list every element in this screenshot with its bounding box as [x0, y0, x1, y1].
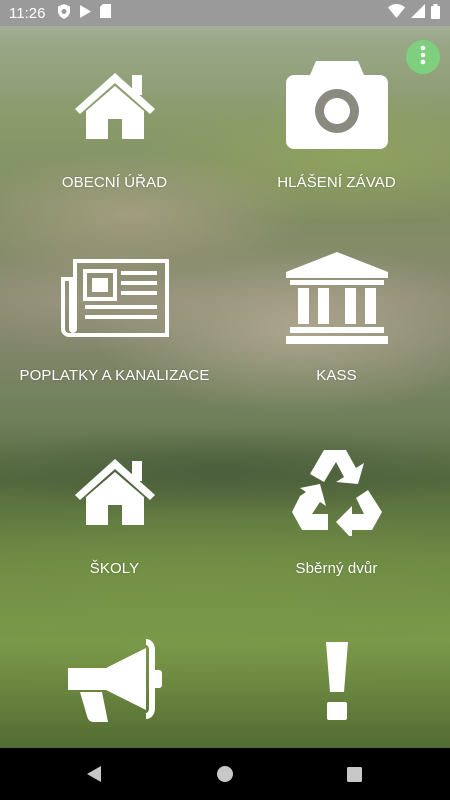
wifi-icon: [388, 4, 405, 22]
bank-icon: [285, 243, 388, 353]
tile-label: POPLATKY A KANALIZACE: [19, 367, 210, 384]
tile-label: OBECNÍ ÚŘAD: [61, 174, 168, 191]
tile-skoly[interactable]: ŠKOLY: [2, 436, 227, 577]
back-button[interactable]: [86, 766, 102, 787]
recycle-icon: [290, 436, 384, 546]
status-time: 11:26: [9, 4, 46, 22]
battery-icon: [431, 3, 440, 23]
camera-icon: [285, 50, 388, 160]
tile-label: HLÁŠENÍ ZÁVAD: [277, 174, 396, 191]
signal-icon: [411, 4, 425, 22]
house-icon: [72, 436, 158, 546]
status-bar: 11:26: [0, 0, 450, 26]
exclamation-icon: [325, 626, 349, 736]
back-icon: [86, 766, 102, 787]
tile-poplatky-a-kanalizace[interactable]: POPLATKY A KANALIZACE: [2, 243, 227, 384]
navigation-bar: [0, 748, 450, 800]
play-icon: [80, 4, 92, 22]
tile-sberny-dvur[interactable]: Sběrný dvůr: [224, 436, 449, 577]
recents-button[interactable]: [347, 767, 362, 787]
sd-card-icon: [100, 4, 112, 22]
tile-hlaseni-zavad[interactable]: HLÁŠENÍ ZÁVAD: [224, 50, 449, 191]
shield-icon: [57, 3, 71, 23]
tile-label: KASS: [316, 367, 357, 384]
tile-label: Sběrný dvůr: [295, 560, 378, 577]
tile-kass[interactable]: KASS: [224, 243, 449, 384]
house-icon: [72, 50, 158, 160]
megaphone-icon: [67, 626, 162, 736]
home-icon: [217, 766, 233, 787]
tile-hlaseni-rozhlasu[interactable]: [2, 626, 227, 736]
recents-icon: [347, 767, 362, 787]
tile-obecni-urad[interactable]: OBECNÍ ÚŘAD: [2, 50, 227, 191]
home-button[interactable]: [217, 766, 233, 787]
tile-label: ŠKOLY: [89, 560, 140, 577]
newspaper-icon: [60, 243, 169, 353]
tile-upozorneni[interactable]: [224, 626, 449, 736]
